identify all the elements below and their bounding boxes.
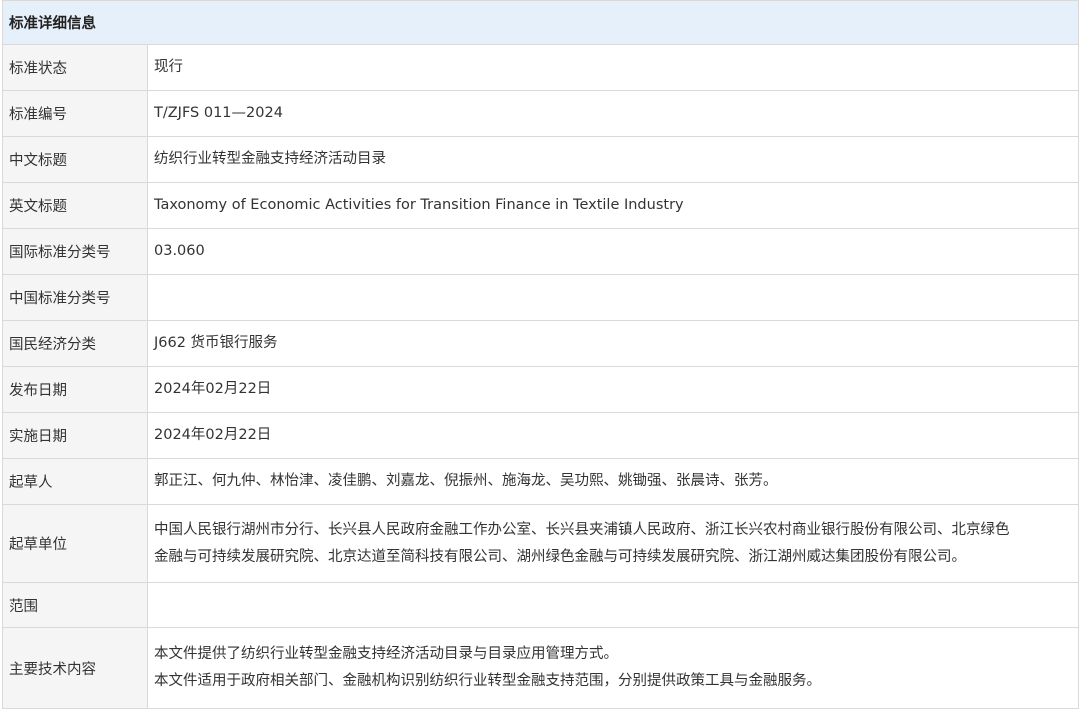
table-row-status: 标准状态 现行	[2, 44, 1079, 91]
standard-detail-panel: 标准详细信息 标准状态 现行 标准编号 T/ZJFS 011—2024 中文标题…	[2, 0, 1079, 709]
row-label: 主要技术内容	[2, 627, 148, 709]
main-content-line-1: 本文件提供了纺织行业转型金融支持经济活动目录与目录应用管理方式。	[154, 646, 618, 662]
table-row-ccs: 中国标准分类号	[2, 274, 1079, 321]
row-value: 03.060	[147, 228, 1079, 275]
table-row-drafting-units: 起草单位 中国人民银行湖州市分行、长兴县人民政府金融工作办公室、长兴县夹浦镇人民…	[2, 504, 1079, 583]
row-value: 现行	[147, 44, 1079, 91]
table-row-standard-number: 标准编号 T/ZJFS 011—2024	[2, 90, 1079, 137]
table-row-drafters: 起草人 郭正江、何九仲、林怡津、凌佳鹏、刘嘉龙、倪振州、施海龙、吴功熙、姚锄强、…	[2, 458, 1079, 505]
row-value: 郭正江、何九仲、林怡津、凌佳鹏、刘嘉龙、倪振州、施海龙、吴功熙、姚锄强、张晨诗、…	[147, 458, 1079, 505]
row-value: 2024年02月22日	[147, 412, 1079, 459]
row-label: 标准状态	[2, 44, 148, 91]
table-row-scope: 范围	[2, 582, 1079, 628]
row-label: 英文标题	[2, 182, 148, 229]
row-label: 标准编号	[2, 90, 148, 137]
row-value	[147, 274, 1079, 321]
table-row-publish-date: 发布日期 2024年02月22日	[2, 366, 1079, 413]
row-value: 中国人民银行湖州市分行、长兴县人民政府金融工作办公室、长兴县夹浦镇人民政府、浙江…	[147, 504, 1079, 583]
drafting-units-line-2: 金融与可持续发展研究院、北京达道至简科技有限公司、湖州绿色金融与可持续发展研究院…	[154, 548, 966, 565]
row-value: 纺织行业转型金融支持经济活动目录	[147, 136, 1079, 183]
row-value	[147, 582, 1079, 628]
row-label: 中文标题	[2, 136, 148, 183]
standard-detail-table: 标准详细信息 标准状态 现行 标准编号 T/ZJFS 011—2024 中文标题…	[2, 0, 1079, 709]
row-value: T/ZJFS 011—2024	[147, 90, 1079, 137]
row-label: 实施日期	[2, 412, 148, 459]
drafting-units-line-1: 中国人民银行湖州市分行、长兴县人民政府金融工作办公室、长兴县夹浦镇人民政府、浙江…	[154, 521, 1010, 538]
table-row-implement-date: 实施日期 2024年02月22日	[2, 412, 1079, 459]
table-row-ics: 国际标准分类号 03.060	[2, 228, 1079, 275]
table-header-row: 标准详细信息	[2, 0, 1079, 45]
table-row-main-content: 主要技术内容 本文件提供了纺织行业转型金融支持经济活动目录与目录应用管理方式。 …	[2, 627, 1079, 709]
table-row-economic-classification: 国民经济分类 J662 货币银行服务	[2, 320, 1079, 367]
row-label: 起草人	[2, 458, 148, 505]
row-label: 起草单位	[2, 504, 148, 583]
table-row-english-title: 英文标题 Taxonomy of Economic Activities for…	[2, 182, 1079, 229]
table-row-chinese-title: 中文标题 纺织行业转型金融支持经济活动目录	[2, 136, 1079, 183]
row-value: J662 货币银行服务	[147, 320, 1079, 367]
row-label: 范围	[2, 582, 148, 628]
row-label: 国际标准分类号	[2, 228, 148, 275]
main-content-line-2: 本文件适用于政府相关部门、金融机构识别纺织行业转型金融支持范围，分别提供政策工具…	[154, 673, 821, 689]
row-value: Taxonomy of Economic Activities for Tran…	[147, 182, 1079, 229]
section-title: 标准详细信息	[2, 0, 1079, 45]
row-label: 中国标准分类号	[2, 274, 148, 321]
row-value: 本文件提供了纺织行业转型金融支持经济活动目录与目录应用管理方式。 本文件适用于政…	[147, 627, 1079, 709]
row-label: 发布日期	[2, 366, 148, 413]
row-label: 国民经济分类	[2, 320, 148, 367]
row-value: 2024年02月22日	[147, 366, 1079, 413]
